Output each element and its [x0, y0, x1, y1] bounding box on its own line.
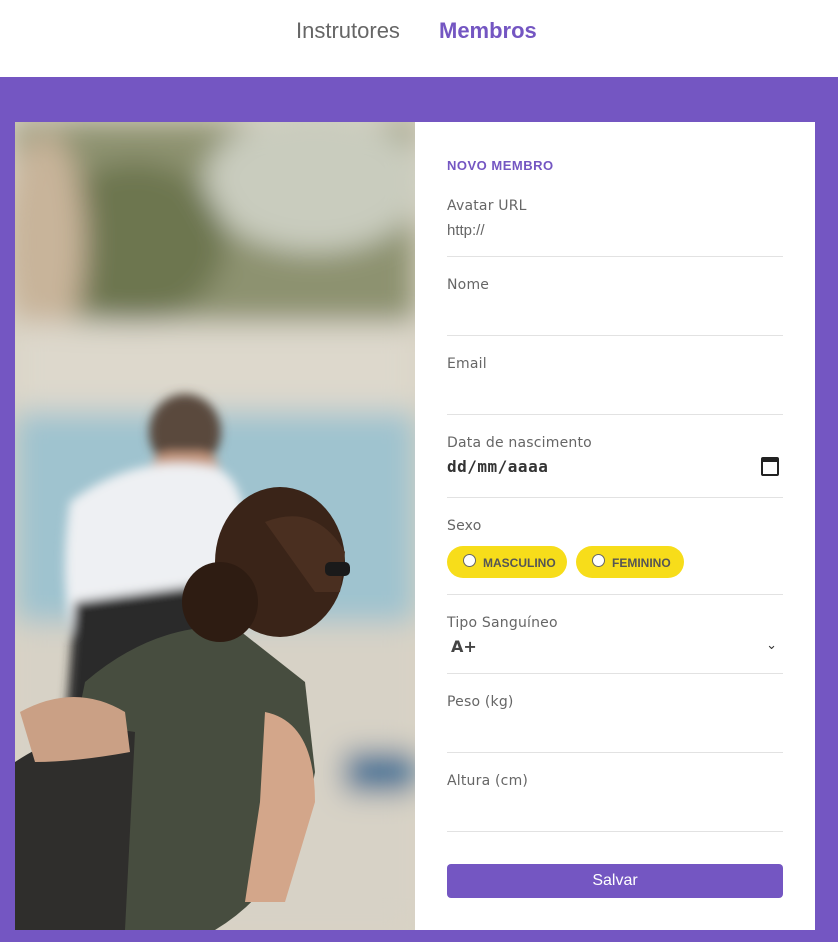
fitness-photo-illustration [15, 122, 415, 930]
sexo-label: Sexo [447, 518, 482, 534]
peso-input[interactable] [447, 714, 783, 744]
save-button[interactable]: Salvar [447, 864, 783, 898]
blood-type-select[interactable]: Tipo Sanguíneo A+ ⌄ [447, 615, 783, 674]
new-member-form: NOVO MEMBRO Avatar URL http:// Nome Emai… [415, 122, 815, 930]
radio-masculino-label: MASCULINO [483, 556, 556, 570]
hero-photo [15, 122, 415, 930]
radio-feminino-label: FEMININO [612, 556, 671, 570]
blood-type-value[interactable]: A+ [451, 637, 477, 656]
birthdate-field[interactable]: Data de nascimento dd/mm/aaaa [447, 435, 783, 498]
altura-input[interactable] [447, 793, 783, 823]
nome-label: Nome [447, 277, 490, 293]
top-navigation: Instrutores Membros [0, 0, 838, 77]
altura-label: Altura (cm) [447, 773, 529, 789]
birthdate-input[interactable]: dd/mm/aaaa [447, 457, 548, 476]
peso-field[interactable]: Peso (kg) [447, 694, 783, 753]
radio-feminino[interactable]: FEMININO [576, 546, 684, 578]
radio-circle-icon[interactable] [463, 554, 476, 567]
nome-input[interactable] [447, 297, 783, 327]
altura-field[interactable]: Altura (cm) [447, 773, 783, 832]
sexo-field: Sexo MASCULINO FEMININO [447, 518, 783, 595]
calendar-icon[interactable] [761, 457, 779, 476]
avatar-url-label: Avatar URL [447, 198, 527, 214]
chevron-down-icon[interactable]: ⌄ [766, 637, 777, 653]
email-field[interactable]: Email [447, 356, 783, 415]
birthdate-label: Data de nascimento [447, 435, 592, 451]
email-label: Email [447, 356, 487, 372]
form-title: NOVO MEMBRO [447, 158, 554, 173]
avatar-url-field[interactable]: Avatar URL http:// [447, 198, 783, 257]
nome-field[interactable]: Nome [447, 277, 783, 336]
peso-label: Peso (kg) [447, 694, 514, 710]
avatar-url-input[interactable]: http:// [447, 222, 485, 239]
nav-link-instrutores[interactable]: Instrutores [296, 18, 400, 44]
radio-circle-icon[interactable] [592, 554, 605, 567]
nav-link-membros[interactable]: Membros [439, 18, 537, 44]
radio-masculino[interactable]: MASCULINO [447, 546, 567, 578]
blood-type-label: Tipo Sanguíneo [447, 615, 558, 631]
email-input[interactable] [447, 376, 783, 406]
